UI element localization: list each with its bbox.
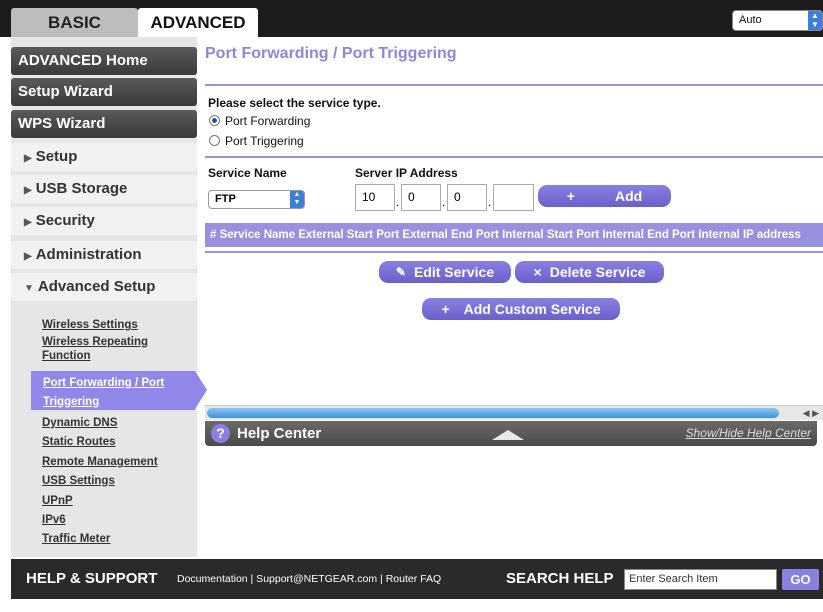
- language-select[interactable]: Auto ▲ ▼: [732, 10, 823, 31]
- sidebar-section-label: Setup: [35, 148, 78, 165]
- tab-advanced[interactable]: ADVANCED: [138, 8, 258, 37]
- ip-octet-3-input[interactable]: 0: [447, 184, 487, 211]
- plus-icon: +: [441, 301, 450, 317]
- divider: [205, 84, 823, 86]
- pencil-icon: ✎: [395, 265, 406, 279]
- sidebar-item-port-forwarding-label: Port Forwarding / Port Triggering: [43, 374, 164, 412]
- sidebar-section-label: Advanced Setup: [37, 278, 156, 295]
- service-name-label: Service Name: [208, 166, 287, 180]
- search-help-input[interactable]: Enter Search Item: [624, 569, 777, 590]
- chevron-right-icon: ▶: [24, 251, 32, 262]
- question-icon: ?: [211, 424, 230, 443]
- sidebar-item-wireless-repeating[interactable]: Wireless Repeating: [42, 336, 148, 349]
- chevron-right-icon: ▶: [24, 153, 32, 164]
- sidebar-item-port-forwarding[interactable]: Port Forwarding / Port Triggering: [31, 371, 207, 412]
- sidebar-item-static-routes[interactable]: Static Routes: [42, 436, 116, 449]
- sidebar-section-label: Security: [35, 212, 95, 229]
- ip-octet-2-input[interactable]: 0: [401, 184, 441, 211]
- scrollbar-thumb[interactable]: [207, 408, 779, 418]
- add-button[interactable]: + Add: [538, 185, 671, 207]
- sidebar-section-advanced-setup[interactable]: ▼ Advanced Setup: [11, 273, 197, 301]
- help-center-title: Help Center: [237, 425, 322, 442]
- sidebar-item-ipv6[interactable]: IPv6: [42, 514, 66, 527]
- sidebar-item-upnp[interactable]: UPnP: [42, 495, 73, 508]
- plus-icon: +: [566, 188, 575, 204]
- divider: [205, 251, 823, 253]
- sidebar-item-usb-settings[interactable]: USB Settings: [42, 475, 115, 488]
- edit-service-label: Edit Service: [413, 264, 495, 280]
- sidebar-item-label-line1: Port Forwarding / Port: [43, 377, 165, 389]
- sidebar-section-security[interactable]: ▶ Security: [11, 207, 197, 235]
- radio-port-triggering-label: Port Triggering: [225, 134, 304, 148]
- scroll-arrows-icon[interactable]: ◀ ▶: [803, 406, 819, 420]
- sidebar-section-setup[interactable]: ▶ Setup: [11, 143, 197, 171]
- sidebar-item-traffic-meter[interactable]: Traffic Meter: [42, 533, 110, 546]
- show-hide-help-link[interactable]: Show/Hide Help Center: [686, 426, 811, 440]
- table-header: # Service Name External Start Port Exter…: [205, 223, 823, 247]
- sidebar: ADVANCED Home Setup Wizard WPS Wizard ▶ S…: [11, 37, 207, 557]
- divider: [205, 156, 823, 158]
- top-nav-bar: BASIC ADVANCED Auto ▲ ▼: [0, 0, 823, 37]
- radio-port-forwarding-label: Port Forwarding: [225, 114, 311, 128]
- page-title: Port Forwarding / Port Triggering: [205, 45, 457, 62]
- chevron-right-icon: ▶: [24, 217, 32, 228]
- add-button-label: Add: [614, 188, 643, 204]
- tab-basic[interactable]: BASIC: [11, 8, 138, 37]
- language-selected-value: Auto: [739, 14, 762, 26]
- sidebar-section-label: USB Storage: [35, 180, 128, 197]
- ip-dot: .: [442, 195, 446, 209]
- ip-dot: .: [488, 195, 492, 209]
- radio-port-forwarding[interactable]: [209, 115, 220, 126]
- ip-dot: .: [396, 195, 400, 209]
- delete-service-button[interactable]: × Delete Service: [515, 261, 664, 283]
- chevron-right-icon: ▶: [24, 185, 32, 196]
- help-support-title: HELP & SUPPORT: [26, 570, 158, 587]
- service-type-prompt: Please select the service type.: [208, 96, 381, 110]
- sidebar-item-dynamic-dns[interactable]: Dynamic DNS: [42, 417, 117, 430]
- main-content: Port Forwarding / Port Triggering Please…: [205, 37, 823, 557]
- radio-port-triggering[interactable]: [209, 135, 220, 146]
- sidebar-item-wps-wizard[interactable]: WPS Wizard: [11, 110, 197, 138]
- sidebar-item-setup-wizard[interactable]: Setup Wizard: [11, 78, 197, 106]
- select-stepper-icon: ▲ ▼: [290, 191, 304, 208]
- sidebar-item-advanced-home[interactable]: ADVANCED Home: [11, 47, 197, 75]
- footer: HELP & SUPPORT Documentation | Support@N…: [11, 559, 823, 599]
- sidebar-item-remote-management[interactable]: Remote Management: [42, 456, 158, 469]
- delete-service-label: Delete Service: [549, 264, 646, 280]
- sidebar-section-administration[interactable]: ▶ Administration: [11, 241, 197, 269]
- sidebar-item-wireless-settings[interactable]: Wireless Settings: [42, 319, 138, 332]
- ip-octet-1-input[interactable]: 10: [355, 184, 395, 211]
- sidebar-section-label: Administration: [35, 246, 142, 263]
- ip-octet-4-input[interactable]: [493, 184, 534, 211]
- chevron-down-icon: ▼: [24, 283, 34, 294]
- sidebar-item-wireless-repeating-function[interactable]: Function: [42, 350, 91, 363]
- sidebar-section-usb-storage[interactable]: ▶ USB Storage: [11, 175, 197, 203]
- horizontal-scrollbar[interactable]: ◀ ▶: [205, 405, 823, 420]
- add-custom-service-button[interactable]: + Add Custom Service: [422, 298, 620, 320]
- server-ip-label: Server IP Address: [355, 166, 458, 180]
- help-center-bar: ? Help Center Show/Hide Help Center: [205, 421, 817, 446]
- search-help-label: SEARCH HELP: [506, 570, 614, 587]
- edit-service-button[interactable]: ✎ Edit Service: [379, 261, 511, 283]
- close-icon: ×: [533, 264, 542, 280]
- go-button[interactable]: GO: [782, 569, 819, 590]
- expand-arrow-icon[interactable]: [492, 430, 524, 440]
- select-stepper-icon: ▲ ▼: [808, 11, 822, 30]
- add-custom-service-label: Add Custom Service: [463, 301, 601, 317]
- footer-links[interactable]: Documentation | Support@NETGEAR.com | Ro…: [177, 573, 441, 585]
- sidebar-item-label-line2: Triggering: [43, 396, 100, 408]
- service-name-value: FTP: [215, 193, 236, 205]
- service-name-select[interactable]: FTP ▲ ▼: [208, 190, 305, 209]
